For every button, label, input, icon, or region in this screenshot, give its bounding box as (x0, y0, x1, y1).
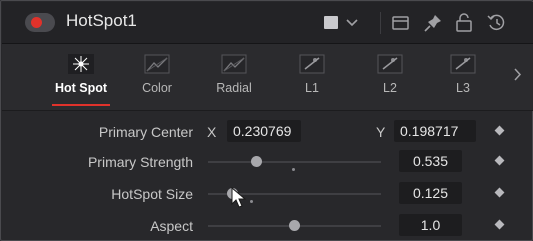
lens-tab-icon (450, 54, 476, 74)
aspect-label: Aspect (150, 218, 193, 234)
active-tab-indicator (52, 104, 110, 106)
inspector-tabs: Hot Spot Color Radial L1 L2 L3 (2, 44, 533, 110)
keyframe-diamond-icon[interactable] (494, 187, 505, 198)
default-value-marker (292, 168, 295, 171)
keyframe-diamond-icon[interactable] (494, 125, 505, 136)
color-tab-icon (144, 54, 170, 74)
lens-tab-icon (377, 54, 403, 74)
primary-center-y-field[interactable]: 0.198717 (394, 120, 476, 142)
inspector-panel: HotSpot1 Hot Spot Color Radial L1 L2 L3 … (0, 0, 533, 241)
primary-center-label: Primary Center (98, 124, 193, 140)
x-label: X (207, 124, 217, 140)
hotspot-size-label: HotSpot Size (111, 186, 193, 202)
tab-l1[interactable]: L1 (280, 44, 344, 110)
keyframe-diamond-icon[interactable] (494, 219, 505, 230)
aspect-slider-thumb[interactable] (289, 220, 300, 231)
default-value-marker (250, 200, 253, 203)
enable-indicator (31, 17, 42, 28)
primary-strength-label: Primary Strength (87, 154, 193, 170)
mouse-pointer-icon (231, 187, 247, 208)
tab-hot-spot[interactable]: Hot Spot (46, 44, 116, 110)
lens-tab-icon (299, 54, 325, 74)
tab-color[interactable]: Color (125, 44, 189, 110)
color-swatch-icon[interactable] (324, 16, 338, 29)
y-label: Y (376, 124, 386, 140)
hotspot-size-row: HotSpot Size 0.125 (2, 181, 533, 207)
aspect-row: Aspect 1.0 (2, 213, 533, 239)
tab-l3[interactable]: L3 (431, 44, 495, 110)
chevron-right-icon[interactable] (513, 68, 522, 81)
lock-icon[interactable] (455, 12, 473, 33)
keyframe-diamond-icon[interactable] (494, 155, 505, 166)
radial-tab-icon (221, 54, 247, 74)
primary-center-row: Primary Center X 0.230769 Y 0.198717 (2, 119, 533, 145)
primary-center-x-field[interactable]: 0.230769 (227, 120, 301, 142)
primary-strength-field[interactable]: 0.535 (399, 150, 462, 172)
hotspot-size-field[interactable]: 0.125 (399, 182, 462, 204)
primary-strength-slider-thumb[interactable] (251, 156, 262, 167)
node-enable-toggle[interactable] (25, 13, 55, 32)
versions-icon[interactable] (391, 13, 411, 33)
tab-l2[interactable]: L2 (358, 44, 422, 110)
tab-radial[interactable]: Radial (202, 44, 266, 110)
aspect-field[interactable]: 1.0 (399, 214, 462, 236)
node-title: HotSpot1 (66, 11, 137, 30)
pin-icon[interactable] (423, 13, 443, 33)
hotspot-tab-icon (68, 54, 94, 74)
node-header: HotSpot1 (2, 2, 533, 44)
header-separator (380, 12, 381, 34)
chevron-down-icon[interactable] (346, 18, 358, 27)
tabs-divider (2, 110, 533, 111)
reset-icon[interactable] (486, 12, 508, 34)
primary-strength-row: Primary Strength 0.535 (2, 149, 533, 175)
primary-strength-slider[interactable] (208, 161, 381, 163)
